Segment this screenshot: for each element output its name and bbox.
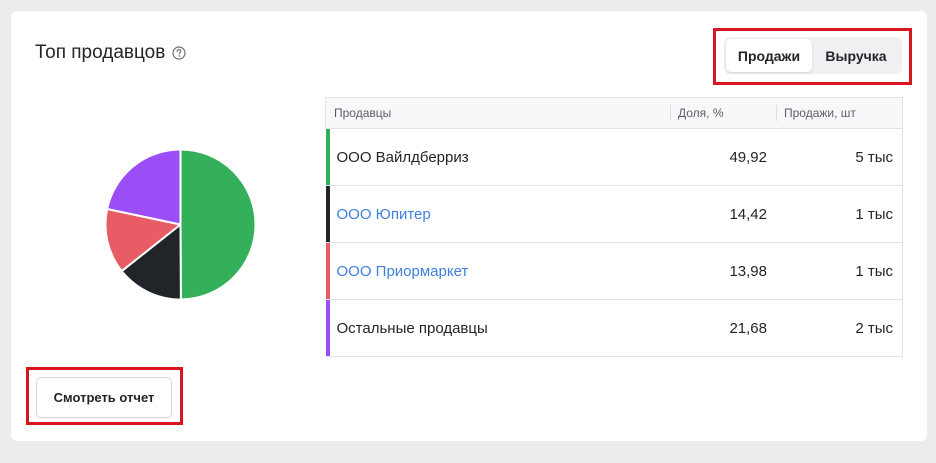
seller-share: 14,42: [670, 185, 776, 243]
table-row: Остальные продавцы 21,68 2 тыс: [325, 299, 903, 357]
table-row: ООО Приормаркет 13,98 1 тыс: [325, 242, 903, 300]
header-sales: Продажи, шт: [776, 97, 903, 129]
revenue-toggle-button[interactable]: Выручка: [812, 39, 900, 72]
seller-share: 13,98: [670, 242, 776, 300]
seller-sales: 1 тыс: [776, 242, 903, 300]
seller-share: 21,68: [670, 299, 776, 357]
seller-name: Остальные продавцы: [325, 299, 670, 357]
seller-sales: 1 тыс: [776, 185, 903, 243]
view-report-button[interactable]: Смотреть отчет: [36, 377, 172, 418]
sellers-table: Продавцы Доля, % Продажи, шт ООО Вайлдбе…: [325, 97, 903, 357]
metric-toggle: Продажи Выручка: [724, 37, 902, 74]
seller-name: ООО Юпитер: [325, 185, 670, 243]
sales-toggle-button[interactable]: Продажи: [726, 39, 812, 72]
seller-sales: 2 тыс: [776, 299, 903, 357]
table-row: ООО Вайлдберриз 49,92 5 тыс: [325, 128, 903, 186]
table-header-row: Продавцы Доля, % Продажи, шт: [325, 97, 903, 129]
sellers-pie-chart: [104, 148, 257, 301]
widget-title: Топ продавцов: [35, 42, 186, 64]
seller-link[interactable]: ООО Юпитер: [337, 206, 431, 223]
widget-title-text: Топ продавцов: [35, 42, 166, 63]
header-sellers: Продавцы: [325, 97, 670, 129]
seller-name: ООО Вайлдберриз: [325, 128, 670, 186]
seller-link[interactable]: ООО Приормаркет: [337, 263, 469, 280]
header-share: Доля, %: [670, 97, 776, 129]
seller-sales: 5 тыс: [776, 128, 903, 186]
question-circle-icon[interactable]: [172, 46, 186, 60]
table-row: ООО Юпитер 14,42 1 тыс: [325, 185, 903, 243]
pie-slice: [179, 148, 257, 301]
seller-share: 49,92: [670, 128, 776, 186]
seller-name: ООО Приормаркет: [325, 242, 670, 300]
